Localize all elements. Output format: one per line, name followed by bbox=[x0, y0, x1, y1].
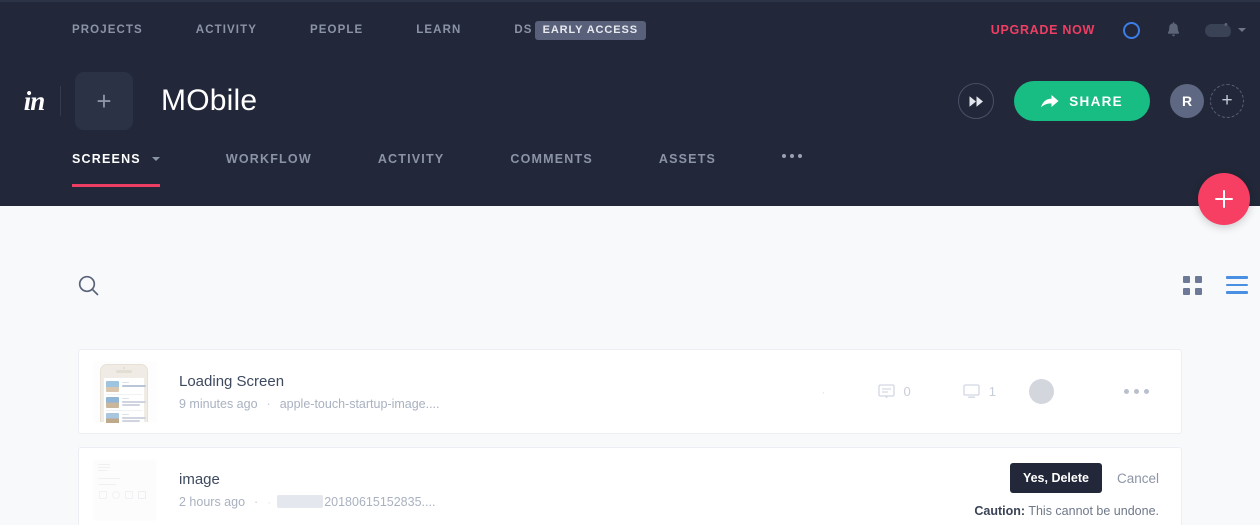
global-nav-right: UPGRADE NOW bbox=[991, 21, 1260, 39]
screen-filename: 20180615152835.... bbox=[324, 494, 436, 509]
tab-comments-label: COMMENTS bbox=[510, 152, 593, 166]
comment-icon bbox=[877, 384, 895, 399]
nav-item-learn[interactable]: LEARN bbox=[416, 24, 461, 36]
status-ring-icon[interactable] bbox=[1123, 21, 1140, 39]
tab-workflow-label: WORKFLOW bbox=[225, 152, 312, 166]
search-input[interactable] bbox=[111, 277, 411, 293]
tab-assets[interactable]: ASSETS bbox=[659, 152, 716, 187]
table-row[interactable]: Loading Screen 9 minutes ago · apple-tou… bbox=[78, 349, 1182, 434]
global-nav-links: PROJECTS ACTIVITY PEOPLE LEARN DS EARLY A… bbox=[0, 20, 646, 40]
grid-view-icon[interactable] bbox=[1183, 275, 1202, 295]
confirm-delete-button[interactable]: Yes, Delete bbox=[1009, 463, 1102, 493]
account-avatar[interactable] bbox=[1204, 22, 1238, 37]
global-nav: PROJECTS ACTIVITY PEOPLE LEARN DS EARLY A… bbox=[0, 2, 1260, 58]
share-button[interactable]: SHARE bbox=[1014, 81, 1150, 121]
row-overflow-menu[interactable] bbox=[1119, 389, 1149, 394]
screen-thumbnail[interactable] bbox=[93, 458, 157, 521]
monitor-icon bbox=[963, 384, 980, 398]
project-bar: in + MObile SHARE R + bbox=[0, 58, 1260, 144]
cancel-delete-button[interactable]: Cancel bbox=[1117, 471, 1159, 486]
search-box[interactable] bbox=[0, 275, 1183, 296]
screen-timestamp: 2 hours ago bbox=[179, 494, 246, 509]
search-icon bbox=[78, 275, 99, 295]
add-project-button[interactable]: + bbox=[75, 72, 133, 130]
share-arrow-icon bbox=[1041, 94, 1059, 107]
faint-preview-icon bbox=[95, 460, 155, 519]
logo-divider bbox=[60, 86, 61, 116]
upgrade-now-button[interactable]: UPGRADE NOW bbox=[991, 23, 1095, 37]
present-button[interactable] bbox=[958, 83, 995, 119]
tab-screens[interactable]: SCREENS bbox=[72, 152, 160, 187]
meta-separator: · bbox=[254, 494, 259, 509]
screen-timestamp: 9 minutes ago bbox=[179, 396, 258, 411]
tab-activity-label: ACTIVITY bbox=[377, 152, 445, 166]
meta-separator: · bbox=[266, 396, 271, 411]
plus-icon: + bbox=[96, 86, 112, 116]
avatar[interactable] bbox=[1029, 379, 1054, 404]
tab-comments[interactable]: COMMENTS bbox=[510, 152, 593, 187]
delete-confirmation: Yes, Delete Cancel Caution: This cannot … bbox=[974, 463, 1159, 518]
screen-view-count-value: 1 bbox=[988, 384, 996, 399]
play-forward-icon bbox=[969, 95, 983, 107]
caution-text: Caution: This cannot be undone. bbox=[974, 504, 1159, 518]
page-title: MObile bbox=[161, 84, 258, 117]
tab-screens-label: SCREENS bbox=[72, 152, 141, 166]
member-avatar[interactable]: R bbox=[1170, 84, 1204, 118]
caution-prefix: Caution: bbox=[974, 504, 1026, 518]
comment-count: 0 bbox=[877, 384, 911, 399]
project-tabs: SCREENS WORKFLOW ACTIVITY COMMENTS ASSET… bbox=[72, 152, 803, 187]
share-button-label: SHARE bbox=[1069, 93, 1123, 109]
nav-item-activity[interactable]: ACTIVITY bbox=[196, 24, 257, 36]
confirm-actions: Yes, Delete Cancel bbox=[974, 463, 1159, 493]
caution-message: This cannot be undone. bbox=[1025, 504, 1159, 518]
nav-item-ds[interactable]: DS EARLY ACCESS bbox=[514, 20, 646, 40]
screens-toolbar bbox=[0, 252, 1260, 318]
table-row[interactable]: image 2 hours ago · · 20180615152835....… bbox=[78, 447, 1182, 525]
nav-item-people[interactable]: PEOPLE bbox=[310, 24, 363, 36]
tab-assets-label: ASSETS bbox=[658, 152, 717, 166]
tab-workflow[interactable]: WORKFLOW bbox=[226, 152, 312, 187]
nav-ds-label: DS bbox=[514, 23, 533, 36]
list-view-icon[interactable] bbox=[1226, 276, 1248, 294]
nav-item-projects[interactable]: PROJECTS bbox=[72, 24, 143, 36]
screen-filename: apple-touch-startup-image.... bbox=[279, 396, 440, 411]
add-member-button[interactable]: + bbox=[1210, 84, 1244, 118]
screen-thumbnail[interactable] bbox=[93, 360, 157, 423]
avatar-icon bbox=[1204, 22, 1232, 37]
comment-count-value: 0 bbox=[903, 384, 911, 399]
add-screen-fab[interactable] bbox=[1198, 173, 1250, 225]
invision-logo[interactable]: in bbox=[0, 86, 56, 117]
early-access-badge: EARLY ACCESS bbox=[534, 20, 646, 40]
notifications-bell-icon[interactable] bbox=[1166, 21, 1181, 39]
screens-list: Loading Screen 9 minutes ago · apple-tou… bbox=[78, 349, 1182, 525]
tab-activity[interactable]: ACTIVITY bbox=[378, 152, 445, 187]
screen-stats: · 0 1 bbox=[822, 384, 996, 399]
phone-mockup-icon bbox=[100, 363, 148, 423]
tiny-marker: · bbox=[267, 494, 272, 509]
view-toggles bbox=[1183, 275, 1260, 295]
project-bar-actions: SHARE R + bbox=[958, 81, 1260, 121]
chevron-down-icon bbox=[151, 157, 160, 161]
chevron-down-icon[interactable] bbox=[1238, 28, 1246, 32]
tiny-marker: · bbox=[821, 384, 826, 399]
redacted-filename-block bbox=[277, 495, 324, 508]
app-header: PROJECTS ACTIVITY PEOPLE LEARN DS EARLY A… bbox=[0, 0, 1260, 206]
tabs-overflow-menu[interactable] bbox=[782, 152, 803, 158]
invision-screens-page: PROJECTS ACTIVITY PEOPLE LEARN DS EARLY A… bbox=[0, 0, 1260, 525]
screen-view-count: 1 bbox=[963, 384, 996, 399]
